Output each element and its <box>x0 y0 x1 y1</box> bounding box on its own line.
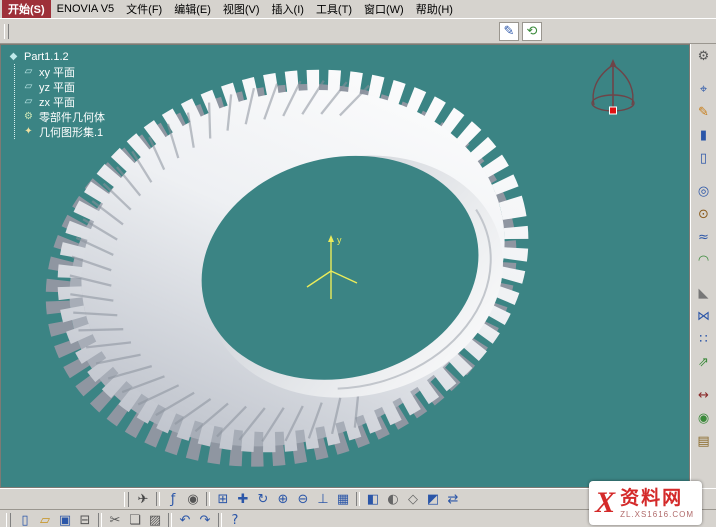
watermark-subtitle: ZL.XS1616.COM <box>620 510 694 519</box>
isometric-view-icon[interactable]: ◧ <box>363 490 383 509</box>
measure-icon[interactable]: ↔ <box>694 386 714 405</box>
hide-show-icon[interactable]: ◩ <box>423 490 443 509</box>
help-icon[interactable]: ? <box>225 511 245 527</box>
shading-icon[interactable]: ◐ <box>383 490 403 509</box>
subtoolbar-icons: ✎⟲ <box>499 22 542 41</box>
update-icon[interactable]: ⟲ <box>522 22 542 41</box>
subtoolbar: ✎⟲ <box>0 19 716 44</box>
zoom-out-icon[interactable]: ⊖ <box>293 490 313 509</box>
axis-label: y <box>337 235 342 245</box>
tree-item-label: 几何图形集.1 <box>39 124 103 140</box>
axis-system-icon[interactable]: ⌖ <box>694 80 714 99</box>
standard-toolbar-icons: ▯▱▣⊟ ✂❏▨ ↶↷? <box>15 511 245 527</box>
toolbar-separator <box>98 513 102 527</box>
pocket-icon[interactable]: ▯ <box>694 149 714 168</box>
part-body-icon: ⚙ <box>22 111 35 123</box>
print-icon[interactable]: ⊟ <box>75 511 95 527</box>
tree-item-label: zx 平面 <box>39 94 75 110</box>
main-area: y ◆ Part1.1.2 ▱xy 平面▱yz 平面▱zx 平面⚙零部件几何体✦… <box>0 44 716 488</box>
menu-start[interactable]: 开始(S) <box>2 0 51 18</box>
view-toolbar-icons: ✈ ƒ◉ ⊞✚↻⊕⊖⊥▦ ◧◐◇◩⇄ <box>133 490 463 509</box>
tree-item-xy-plane[interactable]: ▱ xy 平面 <box>22 64 105 79</box>
watermark-logo: X <box>595 486 615 520</box>
menu-edit[interactable]: 编辑(E) <box>168 0 217 18</box>
hole-icon[interactable]: ⊙ <box>694 205 714 224</box>
save-icon[interactable]: ▣ <box>55 511 75 527</box>
formula-icon[interactable]: ƒ <box>163 490 183 509</box>
menubar: 开始(S)ENOVIA V5文件(F)编辑(E)视图(V)插入(I)工具(T)窗… <box>0 0 716 19</box>
3d-viewport[interactable]: y ◆ Part1.1.2 ▱xy 平面▱yz 平面▱zx 平面⚙零部件几何体✦… <box>0 44 690 488</box>
rotate-icon[interactable]: ↻ <box>253 490 273 509</box>
normal-view-icon[interactable]: ⊥ <box>313 490 333 509</box>
tree-item-label: 零部件几何体 <box>39 109 105 125</box>
camera-icon[interactable]: ◉ <box>183 490 203 509</box>
multi-view-icon[interactable]: ▦ <box>333 490 353 509</box>
tree-root-label: Part1.1.2 <box>24 51 69 63</box>
axis-system[interactable]: y <box>295 223 367 313</box>
pan-icon[interactable]: ✚ <box>233 490 253 509</box>
tree-item-label: xy 平面 <box>39 64 75 80</box>
toolbar-separator <box>356 492 360 506</box>
plane-icon: ▱ <box>22 81 35 93</box>
settings-gear-icon[interactable]: ⚙ <box>694 47 714 66</box>
mirror-icon[interactable]: ⋈ <box>694 307 714 326</box>
open-icon[interactable]: ▱ <box>35 511 55 527</box>
fillet-icon[interactable]: ◠ <box>694 251 714 270</box>
axis-arrow <box>328 235 334 242</box>
tree-item-label: yz 平面 <box>39 79 75 95</box>
menu-view[interactable]: 视图(V) <box>217 0 266 18</box>
toolbar-drag-handle[interactable] <box>4 24 9 39</box>
swap-visible-space-icon[interactable]: ⇄ <box>443 490 463 509</box>
chamfer-icon[interactable]: ◣ <box>694 284 714 303</box>
menu-tools[interactable]: 工具(T) <box>310 0 358 18</box>
part-icon: ◆ <box>7 51 20 63</box>
tree-item-part-body[interactable]: ⚙ 零部件几何体 <box>22 109 105 124</box>
toolbar-drag-handle[interactable] <box>6 513 11 527</box>
toolbar-separator <box>206 492 210 506</box>
toolbar-separator <box>156 492 160 506</box>
geometry-set-icon: ✦ <box>22 126 35 138</box>
toolbar-separator <box>168 513 172 527</box>
apply-material-icon[interactable]: ◉ <box>694 409 714 428</box>
specification-tree: ◆ Part1.1.2 ▱ xy 平面 ▱ yz 平面 ▱ zx 平面 ⚙ 零部件几何体 ✦ 几何… <box>7 49 105 139</box>
wireframe-icon[interactable]: ◇ <box>403 490 423 509</box>
paste-icon[interactable]: ▨ <box>145 511 165 527</box>
plane-icon: ▱ <box>22 66 35 78</box>
toolbar-separator <box>218 513 222 527</box>
new-document-icon[interactable]: ▯ <box>15 511 35 527</box>
menu-help[interactable]: 帮助(H) <box>410 0 459 18</box>
catia-window: 开始(S)ENOVIA V5文件(F)编辑(E)视图(V)插入(I)工具(T)窗… <box>0 0 716 527</box>
sketcher-icon[interactable]: ✎ <box>694 103 714 122</box>
fit-all-icon[interactable]: ⊞ <box>213 490 233 509</box>
zoom-in-icon[interactable]: ⊕ <box>273 490 293 509</box>
tree-item-yz-plane[interactable]: ▱ yz 平面 <box>22 79 105 94</box>
cut-icon[interactable]: ✂ <box>105 511 125 527</box>
pattern-icon[interactable]: ∷ <box>694 330 714 349</box>
watermark: X 资料网 ZL.XS1616.COM <box>589 481 702 525</box>
menu-window[interactable]: 窗口(W) <box>358 0 410 18</box>
plane-icon: ▱ <box>22 96 35 108</box>
tree-item-zx-plane[interactable]: ▱ zx 平面 <box>22 94 105 109</box>
right-toolbar: ⚙ ⌖ ✎ ▮ ▯ ◎ ⊙ ≈ ◠ ◣ ⋈ ∷ ⇗ ↔ ◉ ▤ <box>690 44 716 488</box>
compass[interactable] <box>583 57 643 131</box>
tree-children: ▱ xy 平面 ▱ yz 平面 ▱ zx 平面 ⚙ 零部件几何体 ✦ 几何图形集.1 <box>14 64 105 139</box>
copy-icon[interactable]: ❏ <box>125 511 145 527</box>
pad-icon[interactable]: ▮ <box>694 126 714 145</box>
undo-icon[interactable]: ↶ <box>175 511 195 527</box>
redo-icon[interactable]: ↷ <box>195 511 215 527</box>
shaft-icon[interactable]: ◎ <box>694 182 714 201</box>
tree-item-geometry-set[interactable]: ✦ 几何图形集.1 <box>22 124 105 139</box>
menu-enovia[interactable]: ENOVIA V5 <box>51 2 120 16</box>
fly-mode-icon[interactable]: ✈ <box>133 490 153 509</box>
compass-anchor[interactable] <box>610 107 617 114</box>
rib-icon[interactable]: ≈ <box>694 228 714 247</box>
translate-icon[interactable]: ⇗ <box>694 353 714 372</box>
catalog-icon[interactable]: ▤ <box>694 432 714 451</box>
menu-insert[interactable]: 插入(I) <box>266 0 310 18</box>
menu-file[interactable]: 文件(F) <box>120 0 168 18</box>
tree-root-part[interactable]: ◆ Part1.1.2 <box>7 49 105 64</box>
toolbar-drag-handle[interactable] <box>124 492 129 507</box>
watermark-title: 资料网 <box>620 488 694 510</box>
sketch-edit-icon[interactable]: ✎ <box>499 22 519 41</box>
